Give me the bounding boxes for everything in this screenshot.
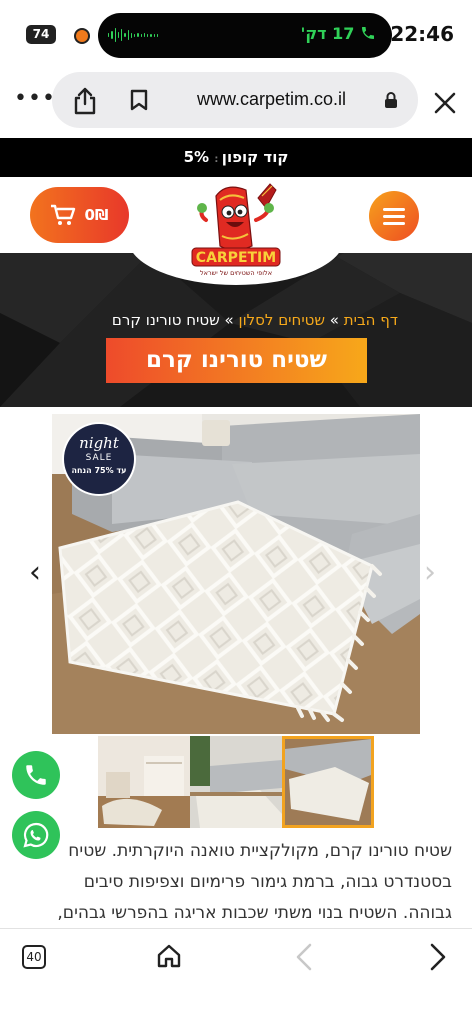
whatsapp-button[interactable] — [12, 811, 60, 859]
call-button[interactable] — [12, 751, 60, 799]
menu-button[interactable] — [369, 191, 419, 241]
status-bar: 74 17 דק' 22:46 — [0, 0, 472, 60]
dynamic-island[interactable]: 17 דק' — [98, 13, 392, 58]
logo-wordmark: CARPETIM — [196, 250, 276, 266]
back-icon[interactable] — [293, 943, 315, 971]
lock-icon — [385, 92, 397, 108]
share-icon[interactable] — [72, 87, 98, 115]
coupon-separator: : — [214, 154, 222, 165]
whatsapp-icon — [23, 822, 49, 848]
cart-total: 0₪ — [84, 206, 109, 224]
battery-indicator: 74 — [26, 25, 56, 44]
coupon-label: קוד קופון — [221, 148, 289, 166]
call-timer: 17 דק' — [301, 24, 377, 43]
url-text[interactable]: www.carpetim.co.il — [197, 89, 346, 110]
badge-promo: עד 75% הנחה — [71, 466, 127, 475]
tabs-button[interactable]: 40 — [22, 945, 46, 969]
logo-tagline: אלופי השטיחים של ישראל — [200, 269, 272, 277]
gallery-prev-button[interactable]: ‹ — [29, 555, 41, 590]
browser-toolbar: 40 — [0, 928, 472, 1024]
audio-wave-icon — [108, 26, 158, 44]
thumbnail-2[interactable] — [190, 736, 282, 828]
clock: 22:46 — [390, 22, 454, 46]
breadcrumb-current: שטיח טורינו קרם — [111, 311, 220, 329]
page-title: שטיח טורינו קרם — [106, 338, 367, 383]
coupon-percent: 5% — [183, 148, 210, 166]
coupon-banner[interactable]: 5% : קוד קופון — [0, 138, 472, 177]
breadcrumb-separator: » — [219, 311, 239, 329]
breadcrumb: דף הבית » שטיחים לסלון » שטיח טורינו קרם — [112, 311, 398, 329]
night-sale-badge: night SALE עד 75% הנחה — [64, 424, 134, 494]
badge-night: night — [79, 434, 119, 452]
description-line: בסטנדרט גבוה, ברמת גימור פרימיום וצפיפות… — [83, 872, 452, 892]
menu-icon — [383, 207, 405, 211]
thumbnail-2-image — [190, 736, 282, 828]
cart-icon — [51, 204, 76, 225]
gallery-thumbnails — [98, 736, 374, 828]
breadcrumb-category[interactable]: שטיחים לסלון — [238, 311, 325, 329]
site-logo[interactable]: CARPETIM אלופי השטיחים של ישראל — [186, 176, 286, 280]
close-icon[interactable] — [434, 92, 456, 114]
gallery-next-button[interactable]: › — [424, 555, 436, 590]
description-line: גבוהה. השטיח בנוי משתי שכבות אריגה בהפרש… — [57, 903, 452, 923]
home-icon[interactable] — [156, 943, 182, 969]
call-duration: 17 דק' — [300, 24, 355, 43]
address-bar[interactable]: www.carpetim.co.il — [52, 72, 418, 128]
description-line: שטיח טורינו קרם, מקולקציית טואנה היוקרתי… — [68, 841, 452, 861]
thumbnail-1-image — [98, 736, 190, 828]
cart-button[interactable]: 0₪ — [30, 187, 129, 243]
breadcrumb-separator: » — [325, 311, 344, 329]
browser-bar: ••• www.carpetim.co.il — [0, 62, 472, 136]
recording-dot — [76, 30, 88, 42]
breadcrumb-home[interactable]: דף הבית — [344, 311, 398, 329]
thumbnail-3-selected[interactable] — [282, 736, 374, 828]
badge-sale: SALE — [85, 453, 113, 463]
product-description: שטיח טורינו קרם, מקולקציית טואנה היוקרתי… — [20, 836, 452, 929]
more-options-button[interactable]: ••• — [14, 86, 56, 111]
forward-icon[interactable] — [427, 943, 449, 971]
phone-icon — [26, 765, 46, 785]
thumbnail-1[interactable] — [98, 736, 190, 828]
phone-icon — [362, 27, 374, 39]
thumbnail-3-image — [285, 739, 371, 825]
bookmark-icon[interactable] — [130, 89, 148, 111]
